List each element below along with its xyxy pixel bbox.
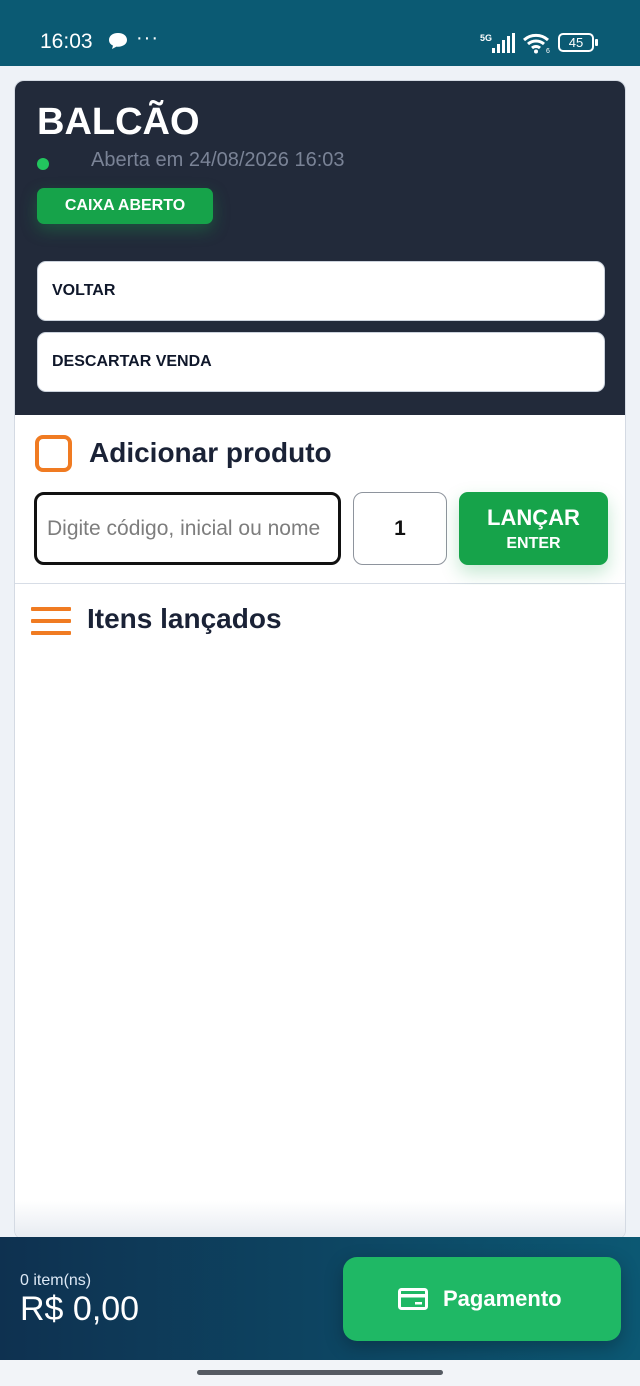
items-section: Itens lançados: [15, 585, 625, 1239]
wifi-icon: 6: [523, 33, 550, 54]
items-title: Itens lançados: [87, 603, 282, 634]
battery-icon: 45: [558, 33, 598, 52]
gesture-nav-bar: [0, 1360, 640, 1386]
checkout-footer: 0 item(ns) R$ 0,00 Pagamento: [0, 1237, 640, 1360]
quantity-input[interactable]: 1: [353, 492, 447, 565]
cell-signal-icon: 5G: [480, 33, 515, 53]
opened-at-text: Aberta em 24/08/2026 16:03: [91, 149, 345, 171]
page-title: BALCÃO: [37, 101, 200, 143]
launch-item-button[interactable]: LANÇAR ENTER: [459, 492, 608, 565]
home-indicator[interactable]: [197, 1370, 443, 1375]
item-count: 0 item(ns): [20, 1272, 92, 1289]
launch-button-shortcut: ENTER: [506, 535, 561, 552]
add-product-section: Adicionar produto 1 LANÇAR ENTER: [15, 415, 625, 584]
status-dot-icon: [37, 158, 49, 170]
network-type: 5G: [480, 33, 492, 43]
checkbox-icon: [35, 435, 72, 472]
back-button[interactable]: VOLTAR: [37, 261, 605, 321]
more-notifications-icon: ···: [136, 27, 159, 49]
status-bar: 16:03 ··· 5G 6 45: [0, 0, 640, 66]
payment-button[interactable]: Pagamento: [343, 1257, 621, 1341]
pos-panel: BALCÃO Aberta em 24/08/2026 16:03 CAIXA …: [14, 80, 626, 1240]
menu-icon: [31, 607, 71, 635]
wifi-sub: 6: [546, 48, 550, 54]
total-amount: R$ 0,00: [20, 1290, 140, 1328]
payment-button-label: Pagamento: [443, 1286, 562, 1311]
status-time: 16:03: [40, 30, 93, 53]
items-list-fade: [15, 1201, 625, 1239]
discard-sale-button[interactable]: DESCARTAR VENDA: [37, 332, 605, 392]
sale-header: BALCÃO Aberta em 24/08/2026 16:03 CAIXA …: [15, 81, 625, 415]
product-search-input[interactable]: [34, 492, 341, 565]
add-product-title: Adicionar produto: [89, 437, 332, 468]
launch-button-label: LANÇAR: [487, 505, 580, 530]
chat-bubble-icon: [109, 33, 127, 49]
caixa-status-badge: CAIXA ABERTO: [37, 188, 213, 224]
credit-card-icon: [398, 1288, 428, 1310]
